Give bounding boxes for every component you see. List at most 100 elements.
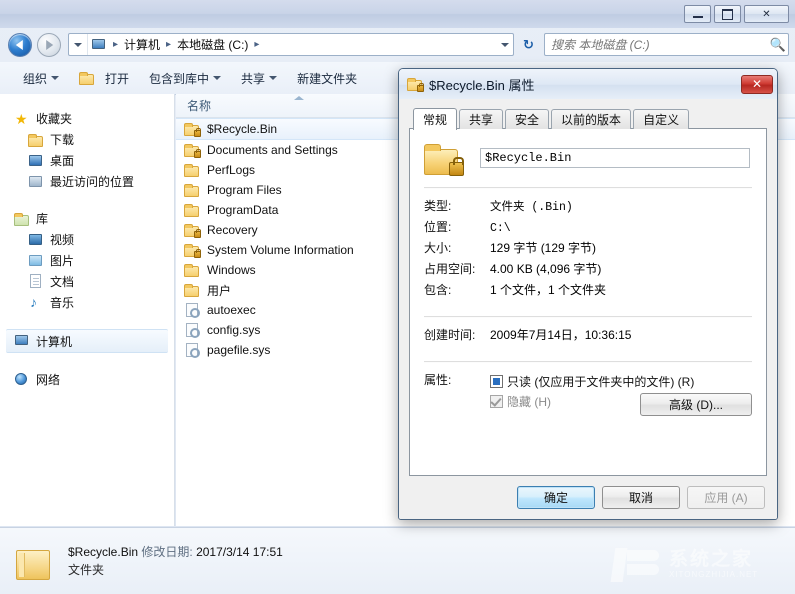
folder-name-row: $Recycle.Bin (424, 141, 752, 176)
advanced-button[interactable]: 高级 (D)... (640, 393, 752, 416)
hidden-label: 隐藏 (H) (507, 394, 551, 409)
breadcrumb-separator[interactable]: ▸ (109, 39, 122, 50)
toolbar-open[interactable]: 打开 (70, 67, 138, 90)
tab-label: 自定义 (643, 113, 680, 127)
dialog-title: $Recycle.Bin 属性 (429, 77, 535, 93)
details-pane: $Recycle.Bin 修改日期: 2017/3/14 17:51 文件夹 (0, 527, 795, 594)
breadcrumb-item-local-disk[interactable]: 本地磁盘 (C:) (175, 35, 250, 54)
toolbar-organize[interactable]: 组织 (14, 67, 68, 90)
navigation-pane[interactable]: ★ 收藏夹 下载 桌面 最近访问的位置 库 视频 图片 文档 ♪ 音乐 计算机 … (0, 94, 175, 526)
close-button[interactable]: ✕ (744, 5, 789, 23)
sidebar-item-videos[interactable]: 视频 (0, 229, 174, 250)
address-history-dropdown[interactable] (69, 34, 88, 55)
cancel-button-label: 取消 (628, 491, 653, 505)
readonly-checkbox[interactable] (490, 374, 503, 388)
minimize-button[interactable] (684, 5, 711, 23)
details-type: 文件夹 (68, 563, 105, 577)
tab-general[interactable]: 常规 (413, 108, 458, 130)
sidebar-item-label: 库 (36, 212, 49, 226)
address-bar[interactable]: ▸ 计算机 ▸ 本地磁盘 (C:) ▸ (68, 33, 514, 56)
property-label: 包含: (424, 283, 452, 297)
locked-folder-icon (184, 242, 201, 258)
sidebar-item-downloads[interactable]: 下载 (0, 129, 174, 150)
download-folder-icon (28, 132, 44, 148)
locked-folder-icon (184, 222, 201, 238)
back-button[interactable] (8, 33, 32, 57)
property-row-contains: 包含: 1 个文件，1 个文件夹 (424, 281, 752, 302)
readonly-checkbox-row[interactable]: 只读 (仅应用于文件夹中的文件) (R) (490, 371, 752, 391)
computer-icon (14, 333, 30, 349)
tab-previous-versions[interactable]: 以前的版本 (551, 109, 632, 129)
file-name: ProgramData (207, 203, 279, 217)
details-modified-value: 2017/3/14 17:51 (196, 545, 283, 559)
window-controls: ✕ (684, 5, 789, 23)
sidebar-item-network[interactable]: 网络 (0, 369, 174, 390)
ok-button[interactable]: 确定 (517, 486, 595, 509)
tab-security[interactable]: 安全 (505, 109, 550, 129)
attributes-label: 属性: (424, 373, 452, 387)
search-input[interactable]: 搜索 本地磁盘 (C:) (545, 36, 768, 53)
dialog-close-button[interactable]: ✕ (741, 74, 773, 94)
property-label: 类型: (424, 199, 452, 213)
sidebar-item-computer[interactable]: 计算机 (6, 329, 168, 353)
cancel-button[interactable]: 取消 (602, 486, 680, 509)
sidebar-item-label: 最近访问的位置 (50, 175, 135, 189)
property-label: 大小: (424, 241, 452, 255)
close-icon: ✕ (751, 77, 763, 91)
column-header-name[interactable]: 名称 (176, 94, 404, 117)
sidebar-item-label: 音乐 (50, 296, 75, 310)
toolbar-new-folder-label: 新建文件夹 (297, 71, 358, 86)
open-folder-icon (79, 70, 95, 86)
refresh-icon: ↻ (523, 36, 534, 52)
property-value: C:\ (490, 222, 511, 235)
navigation-bar: ▸ 计算机 ▸ 本地磁盘 (C:) ▸ ↻ 搜索 本地磁盘 (C:) 🔍 (0, 28, 795, 62)
maximize-button[interactable] (714, 5, 741, 23)
chevron-down-icon (51, 76, 60, 80)
file-name: autoexec (207, 303, 256, 317)
breadcrumb-item-computer[interactable]: 计算机 (122, 35, 162, 54)
property-row-size-on-disk: 占用空间: 4.00 KB (4,096 字节) (424, 260, 752, 281)
folder-icon (14, 540, 56, 582)
property-value: 文件夹 (.Bin) (490, 201, 573, 214)
navpane-group-computer: 计算机 (0, 329, 174, 353)
tab-sharing[interactable]: 共享 (459, 109, 504, 129)
sidebar-item-label: 收藏夹 (36, 112, 73, 126)
sidebar-item-label: 计算机 (36, 334, 73, 349)
window-titlebar: ✕ (0, 0, 795, 28)
sidebar-item-desktop[interactable]: 桌面 (0, 150, 174, 171)
file-name: config.sys (207, 323, 261, 337)
refresh-button[interactable]: ↻ (519, 35, 538, 54)
folder-name-input[interactable]: $Recycle.Bin (480, 148, 750, 168)
chevron-down-icon (213, 76, 222, 80)
file-name: $Recycle.Bin (207, 122, 278, 136)
property-value: 129 字节 (129 字节) (490, 241, 597, 255)
ok-button-label: 确定 (543, 491, 568, 505)
desktop-icon (28, 153, 44, 169)
toolbar-new-folder[interactable]: 新建文件夹 (288, 67, 366, 90)
sidebar-item-favorites[interactable]: ★ 收藏夹 (0, 108, 174, 129)
picture-icon (28, 253, 44, 269)
system-file-icon (184, 302, 200, 318)
dialog-body: 常规 共享 安全 以前的版本 自定义 $Recycle.Bin 类型: 文件夹 … (399, 99, 777, 519)
details-name: $Recycle.Bin (68, 545, 139, 559)
sidebar-item-pictures[interactable]: 图片 (0, 250, 174, 271)
sidebar-item-music[interactable]: ♪ 音乐 (0, 292, 174, 313)
breadcrumb-separator[interactable]: ▸ (162, 39, 175, 50)
address-dropdown-button[interactable] (497, 34, 513, 55)
forward-button[interactable] (37, 33, 61, 57)
toolbar-include-in-library[interactable]: 包含到库中 (140, 67, 230, 90)
folder-icon (184, 282, 200, 298)
sidebar-item-libraries[interactable]: 库 (0, 208, 174, 229)
navpane-group-favorites: ★ 收藏夹 下载 桌面 最近访问的位置 (0, 108, 174, 192)
breadcrumb-separator[interactable]: ▸ (250, 39, 263, 50)
minimize-icon (692, 15, 703, 18)
tab-customize[interactable]: 自定义 (633, 109, 690, 129)
search-box[interactable]: 搜索 本地磁盘 (C:) 🔍 (544, 33, 789, 56)
dialog-titlebar: $Recycle.Bin 属性 ✕ (399, 69, 777, 100)
property-row-created: 创建时间: 2009年7月14日，10:36:15 (424, 326, 752, 347)
toolbar-share[interactable]: 共享 (232, 67, 286, 90)
sidebar-item-recent-places[interactable]: 最近访问的位置 (0, 171, 174, 192)
sidebar-item-documents[interactable]: 文档 (0, 271, 174, 292)
computer-icon (91, 37, 107, 53)
attributes-controls: 只读 (仅应用于文件夹中的文件) (R) 隐藏 (H) 高级 (D)... (490, 371, 752, 416)
